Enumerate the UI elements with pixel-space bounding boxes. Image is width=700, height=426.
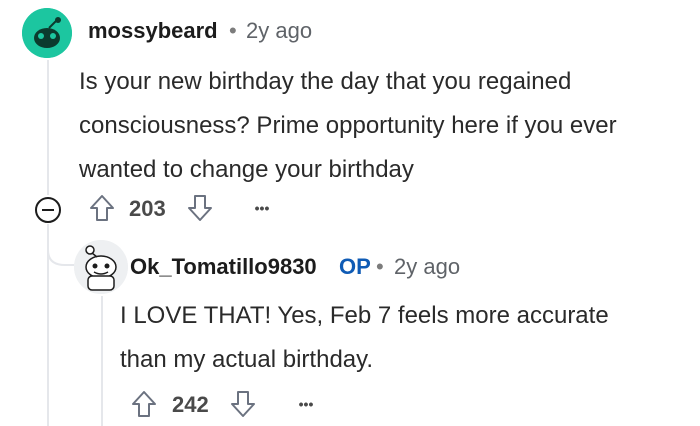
username[interactable]: mossybeard: [88, 18, 218, 44]
downvote-button[interactable]: [227, 388, 259, 420]
username[interactable]: Ok_Tomatillo9830: [130, 254, 317, 280]
comment-body: I LOVE THAT! Yes, Feb 7 feels more accur…: [120, 294, 609, 382]
op-badge: OP: [339, 254, 371, 279]
avatar[interactable]: [22, 8, 72, 58]
downvote-arrow-icon: [231, 391, 255, 417]
separator-dot: •: [229, 18, 237, 43]
comment-line: than my actual birthday.: [120, 346, 374, 373]
comment-line: consciousness? Prime opportunity here if…: [79, 112, 617, 139]
avatar[interactable]: [74, 240, 128, 294]
upvote-arrow-icon: [132, 391, 156, 417]
more-options-button[interactable]: •••: [244, 196, 280, 220]
upvote-button[interactable]: [128, 388, 160, 420]
comment-line: Is your new birthday the day that you re…: [79, 68, 572, 95]
upvote-button[interactable]: [86, 192, 118, 224]
downvote-button[interactable]: [184, 192, 216, 224]
snoo-avatar-icon: [22, 8, 72, 58]
thread-line-main: [47, 60, 49, 195]
timestamp[interactable]: 2y ago: [246, 18, 312, 44]
collapse-button[interactable]: [34, 196, 62, 224]
vote-count: 242: [172, 392, 209, 417]
snoo-avatar-icon: [74, 240, 128, 294]
timestamp[interactable]: 2y ago: [394, 254, 460, 280]
more-options-button[interactable]: •••: [288, 392, 324, 416]
comment-line: wanted to change your birthday: [79, 156, 414, 183]
upvote-arrow-icon: [90, 195, 114, 221]
more-options-icon: •••: [298, 396, 314, 412]
separator-dot: •: [376, 254, 384, 279]
more-options-icon: •••: [254, 200, 270, 216]
vote-count: 203: [129, 196, 166, 221]
reply-connector: [47, 230, 75, 266]
collapse-minus-icon: [35, 197, 61, 223]
thread-line-reply: [101, 296, 103, 426]
comment-line: I LOVE THAT! Yes, Feb 7 feels more accur…: [120, 302, 609, 329]
downvote-arrow-icon: [188, 195, 212, 221]
comment-body: Is your new birthday the day that you re…: [79, 60, 617, 192]
